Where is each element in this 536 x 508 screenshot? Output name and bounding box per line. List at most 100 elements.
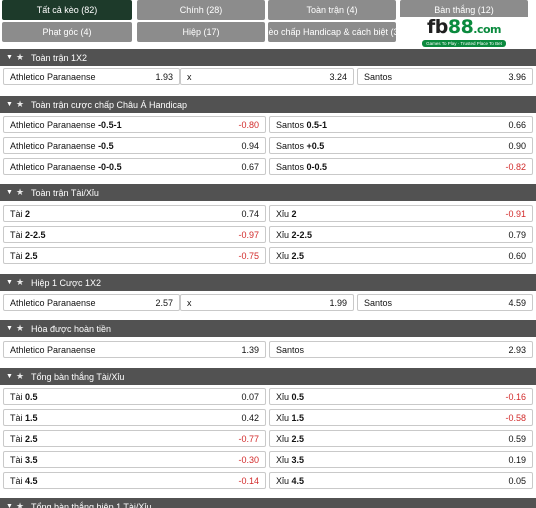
odds-selection[interactable]: Santos +0.5 0.90 bbox=[269, 137, 533, 154]
odds-selection[interactable]: Santos 0.5-1 0.66 bbox=[269, 116, 533, 133]
selection-label: Athletico Paranaense bbox=[10, 297, 96, 308]
odds-selection[interactable]: x 1.99 bbox=[180, 294, 354, 311]
selection-label: Xỉu 4.5 bbox=[276, 475, 305, 486]
odds-selection[interactable]: Tài 1.5 0.42 bbox=[3, 409, 266, 426]
section-title: Tổng bàn thắng Tài/Xỉu bbox=[31, 371, 125, 382]
odds-selection[interactable]: Santos 2.93 bbox=[269, 341, 533, 358]
odds-value: 3.24 bbox=[329, 71, 347, 82]
tab-full-match[interactable]: Toàn trận (4) bbox=[268, 0, 396, 20]
selection-label: Tài 0.5 bbox=[10, 391, 38, 402]
section-title: Hiệp 1 Cược 1X2 bbox=[31, 277, 101, 288]
section-header[interactable]: ▼ ★ Hòa được hoàn tiền bbox=[0, 320, 536, 337]
tab-halves[interactable]: Hiệp (17) bbox=[137, 22, 265, 42]
section-title: Hòa được hoàn tiền bbox=[31, 323, 111, 334]
selection-label: x bbox=[187, 297, 192, 308]
selection-label: Xỉu 1.5 bbox=[276, 412, 305, 423]
section-header[interactable]: ▼ ★ Toàn trận 1X2 bbox=[0, 49, 536, 66]
star-icon[interactable]: ★ bbox=[16, 99, 27, 110]
odds-selection[interactable]: Xỉu 2.5 0.59 bbox=[269, 430, 533, 447]
section-header[interactable]: ▼ ★ Tổng bàn thắng Tài/Xỉu bbox=[0, 368, 536, 385]
odds-selection[interactable]: Santos 3.96 bbox=[357, 68, 533, 85]
fb88-logo[interactable]: fb88.com Games To Play · Trusted Place T… bbox=[400, 17, 528, 47]
odds-selection[interactable]: Xỉu 3.5 0.19 bbox=[269, 451, 533, 468]
selection-label: Xỉu 3.5 bbox=[276, 454, 305, 465]
selection-label: x bbox=[187, 71, 192, 82]
odds-selection[interactable]: Athletico Paranaense -0-0.5 0.67 bbox=[3, 158, 266, 175]
star-icon[interactable]: ★ bbox=[16, 277, 27, 288]
caret-down-icon[interactable]: ▼ bbox=[6, 101, 16, 108]
odds-value: 0.66 bbox=[508, 119, 526, 130]
section-header[interactable]: ▼ ★ Toàn trận Tài/Xỉu bbox=[0, 184, 536, 201]
odds-selection[interactable]: Athletico Paranaense 2.57 bbox=[3, 294, 180, 311]
odds-value: 1.39 bbox=[241, 344, 259, 355]
odds-value: -0.97 bbox=[238, 229, 259, 240]
odds-value: 0.19 bbox=[508, 454, 526, 465]
section-header[interactable]: ▼ ★ Hiệp 1 Cược 1X2 bbox=[0, 274, 536, 291]
selection-label: Santos 0.5-1 bbox=[276, 119, 328, 130]
odds-selection[interactable]: x 3.24 bbox=[180, 68, 354, 85]
odds-selection[interactable]: Tài 3.5 -0.30 bbox=[3, 451, 266, 468]
tab-corners[interactable]: Phạt góc (4) bbox=[2, 22, 132, 42]
caret-down-icon[interactable]: ▼ bbox=[6, 325, 16, 332]
selection-label: Tài 1.5 bbox=[10, 412, 38, 423]
selection-label: Xỉu 2.5 bbox=[276, 250, 305, 261]
odds-selection[interactable]: Xỉu 4.5 0.05 bbox=[269, 472, 533, 489]
star-icon[interactable]: ★ bbox=[16, 52, 27, 63]
odds-selection[interactable]: Athletico Paranaense -0.5-1 -0.80 bbox=[3, 116, 266, 133]
selection-label: Tài 2.5 bbox=[10, 250, 38, 261]
odds-selection[interactable]: Athletico Paranaense -0.5 0.94 bbox=[3, 137, 266, 154]
odds-selection[interactable]: Xỉu 2 -0.91 bbox=[269, 205, 533, 222]
odds-value: 0.59 bbox=[508, 433, 526, 444]
odds-value: 0.67 bbox=[241, 161, 259, 172]
caret-down-icon[interactable]: ▼ bbox=[6, 54, 16, 61]
caret-down-icon[interactable]: ▼ bbox=[6, 373, 16, 380]
odds-selection[interactable]: Tài 2-2.5 -0.97 bbox=[3, 226, 266, 243]
odds-value: 3.96 bbox=[508, 71, 526, 82]
star-icon[interactable]: ★ bbox=[16, 371, 27, 382]
star-icon[interactable]: ★ bbox=[16, 323, 27, 334]
odds-value: -0.75 bbox=[238, 250, 259, 261]
selection-label: Xỉu 2.5 bbox=[276, 433, 305, 444]
selection-label: Xỉu 0.5 bbox=[276, 391, 305, 402]
odds-selection[interactable]: Xỉu 0.5 -0.16 bbox=[269, 388, 533, 405]
section-header[interactable]: ▼ ★ Toàn trận cược chấp Châu Á Handicap bbox=[0, 96, 536, 113]
odds-value: 0.74 bbox=[241, 208, 259, 219]
section-title: Toàn trận Tài/Xỉu bbox=[31, 187, 99, 198]
odds-selection[interactable]: Tài 2 0.74 bbox=[3, 205, 266, 222]
selection-label: Athletico Paranaense -0-0.5 bbox=[10, 161, 122, 172]
selection-label: Xỉu 2 bbox=[276, 208, 297, 219]
odds-selection[interactable]: Xỉu 2-2.5 0.79 bbox=[269, 226, 533, 243]
odds-selection[interactable]: Tài 2.5 -0.77 bbox=[3, 430, 266, 447]
odds-value: 0.07 bbox=[241, 391, 259, 402]
odds-selection[interactable]: Tài 2.5 -0.75 bbox=[3, 247, 266, 264]
odds-value: -0.82 bbox=[505, 161, 526, 172]
tab-all-markets[interactable]: Tất cả kèo (82) bbox=[2, 0, 132, 20]
caret-down-icon[interactable]: ▼ bbox=[6, 503, 16, 508]
selection-label: Tài 3.5 bbox=[10, 454, 38, 465]
section-title: Toàn trận cược chấp Châu Á Handicap bbox=[31, 99, 188, 110]
odds-selection[interactable]: Athletico Paranaense 1.93 bbox=[3, 68, 180, 85]
odds-selection[interactable]: Tài 4.5 -0.14 bbox=[3, 472, 266, 489]
selection-label: Athletico Paranaense bbox=[10, 71, 96, 82]
odds-selection[interactable]: Santos 0-0.5 -0.82 bbox=[269, 158, 533, 175]
star-icon[interactable]: ★ bbox=[16, 187, 27, 198]
odds-value: 0.94 bbox=[241, 140, 259, 151]
selection-label: Athletico Paranaense -0.5-1 bbox=[10, 119, 122, 130]
odds-value: -0.58 bbox=[505, 412, 526, 423]
caret-down-icon[interactable]: ▼ bbox=[6, 189, 16, 196]
odds-value: -0.91 bbox=[505, 208, 526, 219]
odds-value: 2.57 bbox=[155, 297, 173, 308]
odds-value: 2.93 bbox=[508, 344, 526, 355]
odds-selection[interactable]: Xỉu 1.5 -0.58 bbox=[269, 409, 533, 426]
section-header[interactable]: ▼ ★ Tổng bàn thắng hiệp 1 Tài/Xỉu bbox=[0, 498, 536, 508]
caret-down-icon[interactable]: ▼ bbox=[6, 279, 16, 286]
odds-value: 0.60 bbox=[508, 250, 526, 261]
star-icon[interactable]: ★ bbox=[16, 501, 27, 508]
odds-selection[interactable]: Xỉu 2.5 0.60 bbox=[269, 247, 533, 264]
tab-main[interactable]: Chính (28) bbox=[137, 0, 265, 20]
odds-selection[interactable]: Santos 4.59 bbox=[357, 294, 533, 311]
odds-selection[interactable]: Athletico Paranaense 1.39 bbox=[3, 341, 266, 358]
selection-label: Santos bbox=[364, 71, 393, 82]
tab-handicap[interactable]: Kèo chấp Handicap & cách biệt (3) bbox=[268, 22, 396, 42]
odds-selection[interactable]: Tài 0.5 0.07 bbox=[3, 388, 266, 405]
